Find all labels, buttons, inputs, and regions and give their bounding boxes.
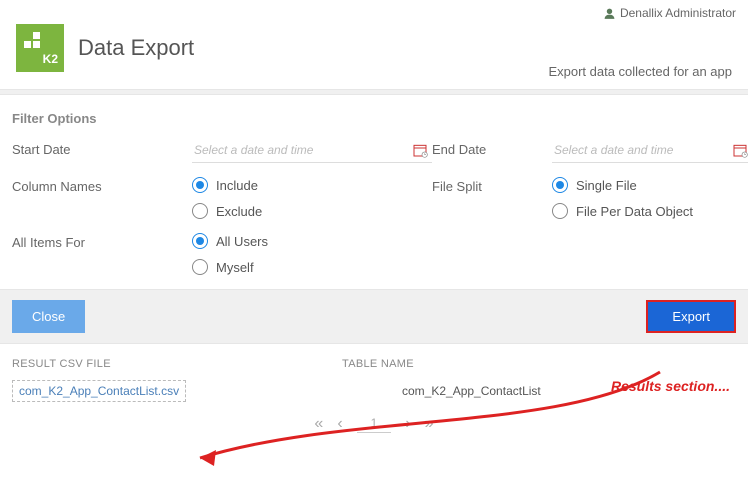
radio-file-per-object[interactable]: File Per Data Object: [552, 203, 748, 219]
action-bar: Close Export: [0, 289, 748, 344]
close-button[interactable]: Close: [12, 300, 85, 333]
result-file-link[interactable]: com_K2_App_ContactList.csv: [12, 380, 186, 402]
pager-next-icon[interactable]: ›: [405, 415, 410, 433]
radio-include-label: Include: [216, 178, 258, 193]
radio-file-per-object-label: File Per Data Object: [576, 204, 693, 219]
radio-myself[interactable]: Myself: [192, 259, 432, 275]
all-items-for-label: All Items For: [12, 233, 192, 250]
file-split-label: File Split: [432, 177, 552, 194]
file-split-group: Single File File Per Data Object: [552, 177, 748, 219]
filter-options-title: Filter Options: [0, 95, 748, 136]
radio-all-users-label: All Users: [216, 234, 268, 249]
column-names-label: Column Names: [12, 177, 192, 194]
user-name: Denallix Administrator: [620, 6, 736, 20]
radio-exclude-label: Exclude: [216, 204, 262, 219]
pager-page-input[interactable]: 1: [357, 414, 392, 433]
radio-all-users[interactable]: All Users: [192, 233, 432, 249]
app-logo: K2: [16, 24, 64, 72]
end-date-placeholder: Select a date and time: [554, 143, 673, 157]
user-icon: [603, 7, 616, 20]
user-info[interactable]: Denallix Administrator: [0, 0, 748, 20]
start-date-placeholder: Select a date and time: [194, 143, 313, 157]
radio-single-file-label: Single File: [576, 178, 637, 193]
end-date-input[interactable]: Select a date and time: [552, 140, 748, 163]
result-table-name: com_K2_App_ContactList: [342, 384, 541, 398]
pager-first-icon[interactable]: «: [314, 415, 323, 433]
pager-prev-icon[interactable]: ‹: [337, 415, 342, 433]
results-row: com_K2_App_ContactList.csv com_K2_App_Co…: [0, 378, 748, 408]
start-date-input[interactable]: Select a date and time: [192, 140, 432, 163]
radio-single-file[interactable]: Single File: [552, 177, 748, 193]
results-header: RESULT CSV FILE TABLE NAME: [0, 344, 748, 378]
pager: « ‹ 1 › »: [0, 408, 748, 437]
radio-exclude[interactable]: Exclude: [192, 203, 432, 219]
col-file-header: RESULT CSV FILE: [12, 358, 342, 370]
all-items-for-group: All Users Myself: [192, 233, 432, 275]
radio-include[interactable]: Include: [192, 177, 432, 193]
page-subtitle: Export data collected for an app: [0, 64, 736, 79]
export-button[interactable]: Export: [646, 300, 736, 333]
calendar-icon[interactable]: [412, 142, 428, 158]
page-title: Data Export: [78, 35, 732, 61]
end-date-label: End Date: [432, 140, 552, 157]
pager-last-icon[interactable]: »: [425, 415, 434, 433]
column-names-group: Include Exclude: [192, 177, 432, 219]
filter-grid: Start Date Select a date and time End Da…: [0, 136, 748, 289]
calendar-icon[interactable]: [732, 142, 748, 158]
col-table-header: TABLE NAME: [342, 358, 414, 370]
annotation-text: Results section....: [611, 378, 730, 394]
start-date-label: Start Date: [12, 140, 192, 157]
radio-myself-label: Myself: [216, 260, 254, 275]
